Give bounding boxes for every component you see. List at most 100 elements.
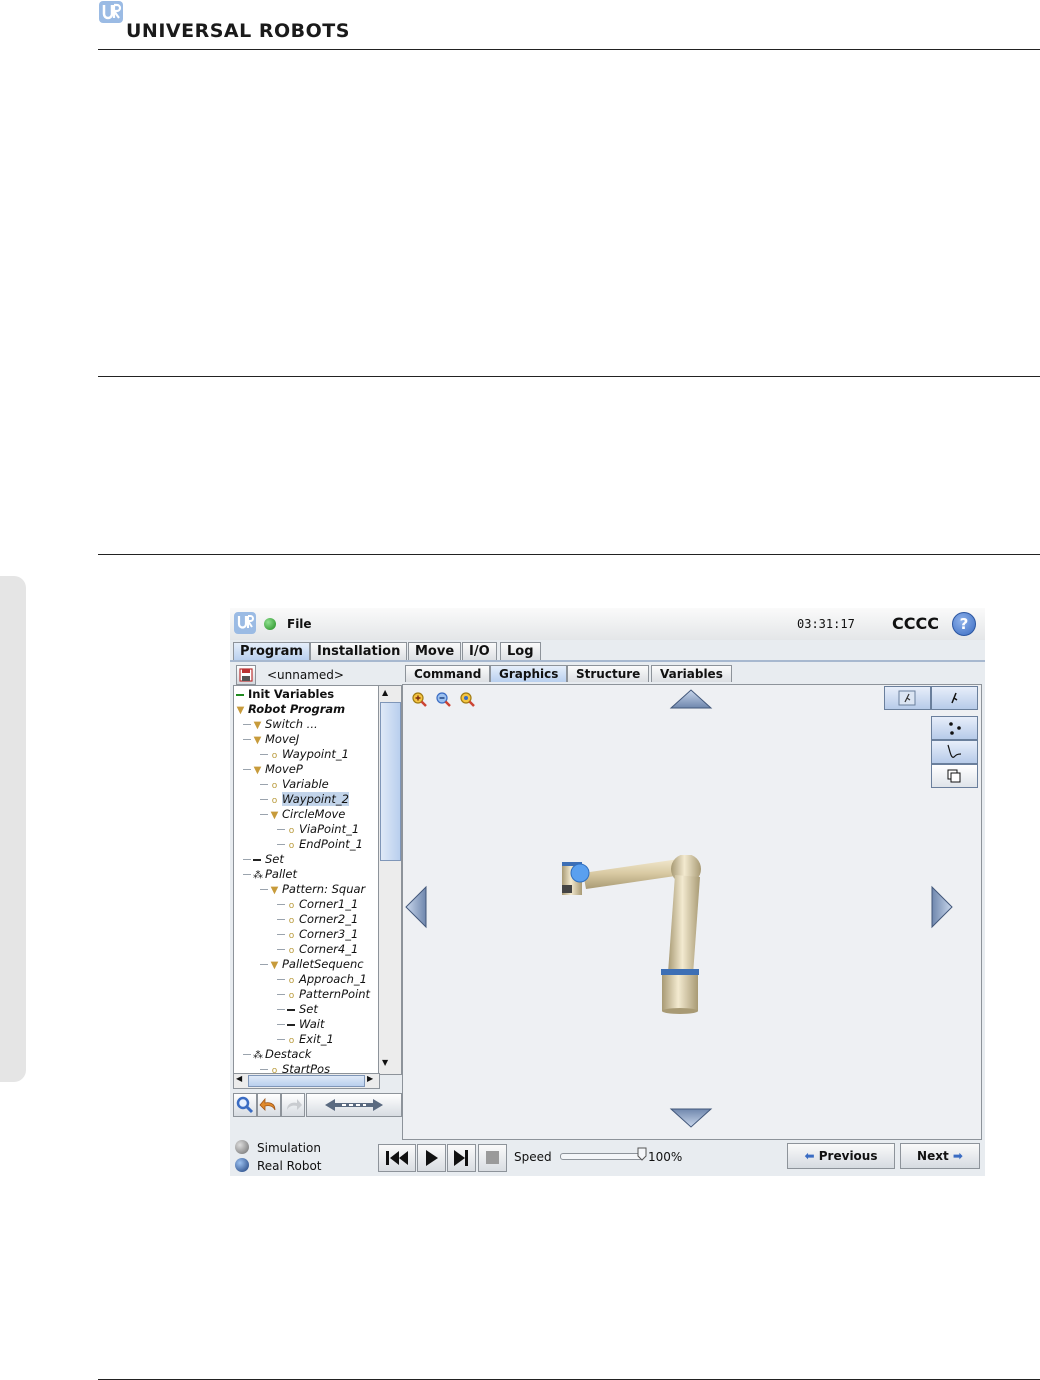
zoom-in-icon[interactable]: [411, 691, 429, 712]
tree-node[interactable]: o Variable: [270, 777, 329, 793]
tree-node-label: Init Variables: [248, 687, 335, 701]
play-button[interactable]: [417, 1144, 446, 1172]
zoom-out-icon[interactable]: [435, 691, 453, 712]
step-button[interactable]: [447, 1144, 476, 1172]
scroll-down-icon[interactable]: ▼: [382, 1058, 388, 1067]
graphics-view[interactable]: [402, 684, 982, 1140]
tab-io[interactable]: I/O: [462, 642, 497, 660]
tree-horizontal-scrollbar[interactable]: ◀ ▶: [233, 1073, 380, 1089]
program-tree[interactable]: Init Variables ▼ Robot Program ▼ Switch ... ▼…: [233, 685, 380, 1075]
tree-node[interactable]: ▼ MoveP: [253, 762, 303, 778]
tree-connector: [260, 814, 268, 815]
tab-move[interactable]: Move: [408, 642, 462, 660]
tree-connector: [243, 739, 251, 740]
show-tcp-icon[interactable]: [931, 764, 978, 788]
tree-node[interactable]: ▼ PalletSequenc: [270, 957, 364, 973]
tab-program[interactable]: Program: [233, 642, 310, 660]
tree-node-label: MoveP: [265, 762, 303, 776]
zoom-fit-icon[interactable]: [459, 691, 477, 712]
file-menu[interactable]: File: [287, 617, 312, 631]
waypoint-icon: o: [288, 826, 295, 836]
speed-value: 100%: [648, 1150, 683, 1164]
view-mode-1-icon[interactable]: [884, 686, 931, 710]
tree-node[interactable]: o Waypoint_1: [270, 747, 349, 763]
rewind-button[interactable]: [378, 1144, 416, 1172]
tree-node[interactable]: o ViaPoint_1: [287, 822, 359, 838]
speed-slider-handle[interactable]: [637, 1147, 647, 1161]
tree-node[interactable]: o PatternPoint: [287, 987, 370, 1003]
tree-connector: [260, 799, 268, 800]
chapter-side-tab: [0, 576, 26, 1082]
tree-node[interactable]: ⁂ Destack: [253, 1047, 311, 1063]
view-mode-2-icon[interactable]: [931, 686, 978, 710]
rotate-left-arrow-icon[interactable]: [404, 885, 428, 932]
tree-node[interactable]: o Corner4_1: [287, 942, 359, 958]
tree-node[interactable]: o Corner1_1: [287, 897, 359, 913]
tree-node[interactable]: ▼ Pattern: Squar: [270, 882, 366, 898]
speed-slider[interactable]: [560, 1153, 644, 1160]
tree-node-label: Corner4_1: [299, 942, 359, 956]
tab-graphics[interactable]: Graphics: [490, 665, 568, 682]
tree-node-label: ViaPoint_1: [299, 822, 360, 836]
previous-button[interactable]: ⬅ Previous: [787, 1143, 895, 1169]
tree-node[interactable]: ▼ Robot Program: [236, 702, 345, 718]
tree-node[interactable]: ▼ CircleMove: [270, 807, 346, 823]
tree-node[interactable]: ▼ Switch ...: [253, 717, 318, 733]
rotate-right-arrow-icon[interactable]: [930, 885, 954, 932]
tab-installation[interactable]: Installation: [310, 642, 408, 660]
rotate-up-arrow-icon[interactable]: [669, 688, 713, 713]
search-icon[interactable]: [233, 1093, 257, 1117]
undo-icon[interactable]: [257, 1093, 281, 1117]
stop-button[interactable]: [478, 1144, 507, 1172]
tree-node[interactable]: Wait: [287, 1017, 325, 1031]
tree-node[interactable]: ▼ MoveJ: [253, 732, 300, 748]
tree-connector: [260, 784, 268, 785]
scroll-up-icon[interactable]: ▲: [382, 688, 388, 697]
tree-node-label: MoveJ: [265, 732, 300, 746]
scroll-thumb[interactable]: [380, 702, 401, 861]
tab-variables[interactable]: Variables: [651, 665, 732, 682]
previous-label: Previous: [818, 1149, 878, 1163]
folder-triangle-icon: ▼: [236, 705, 245, 716]
tree-node-label: Wait: [299, 1017, 325, 1031]
folder-triangle-icon: ▼: [270, 960, 279, 971]
waypoint-icon: o: [288, 976, 295, 986]
tree-node[interactable]: Init Variables: [236, 687, 334, 701]
robot-name: CCCC: [892, 614, 939, 633]
hscroll-thumb[interactable]: [248, 1075, 365, 1087]
show-points-icon[interactable]: [931, 716, 978, 740]
tree-node-label: Exit_1: [299, 1032, 334, 1046]
scroll-right-icon[interactable]: ▶: [367, 1074, 373, 1083]
tree-node-label: Corner2_1: [299, 912, 359, 926]
tree-vertical-scrollbar[interactable]: ▲ ▼: [378, 685, 402, 1075]
tree-node-label: PalletSequenc: [282, 957, 364, 971]
tree-node[interactable]: o Exit_1: [287, 1032, 334, 1048]
tree-node[interactable]: o Corner2_1: [287, 912, 359, 928]
tree-node[interactable]: o Corner3_1: [287, 927, 359, 943]
pallet-icon: ⁂: [253, 870, 263, 881]
next-button[interactable]: Next ➡: [900, 1143, 980, 1169]
real-robot-radio[interactable]: [235, 1158, 249, 1172]
save-icon[interactable]: [236, 665, 256, 685]
folder-triangle-icon: ▼: [253, 720, 262, 731]
tree-node[interactable]: ⁂ Pallet: [253, 867, 297, 883]
tab-command[interactable]: Command: [405, 665, 491, 682]
tree-node-label: Robot Program: [248, 702, 346, 716]
show-path-icon[interactable]: [931, 740, 978, 764]
collapse-expand-button[interactable]: [306, 1093, 402, 1117]
rotate-down-arrow-icon[interactable]: [669, 1107, 713, 1132]
tab-structure[interactable]: Structure: [567, 665, 650, 682]
redo-icon[interactable]: [281, 1093, 305, 1117]
waypoint-icon: o: [288, 841, 295, 851]
tree-node-label: Pattern: Squar: [282, 882, 366, 896]
tree-node[interactable]: Set: [253, 852, 284, 866]
tree-node[interactable]: o Approach_1: [287, 972, 367, 988]
scroll-left-icon[interactable]: ◀: [236, 1074, 242, 1083]
tree-node[interactable]: o EndPoint_1: [287, 837, 363, 853]
tab-log[interactable]: Log: [500, 642, 541, 660]
tree-node[interactable]: Set: [287, 1002, 318, 1016]
tree-node-label: Variable: [282, 777, 329, 791]
help-icon[interactable]: ?: [952, 612, 976, 636]
simulation-radio[interactable]: [235, 1140, 249, 1154]
tree-node[interactable]: o Waypoint_2: [270, 792, 349, 808]
